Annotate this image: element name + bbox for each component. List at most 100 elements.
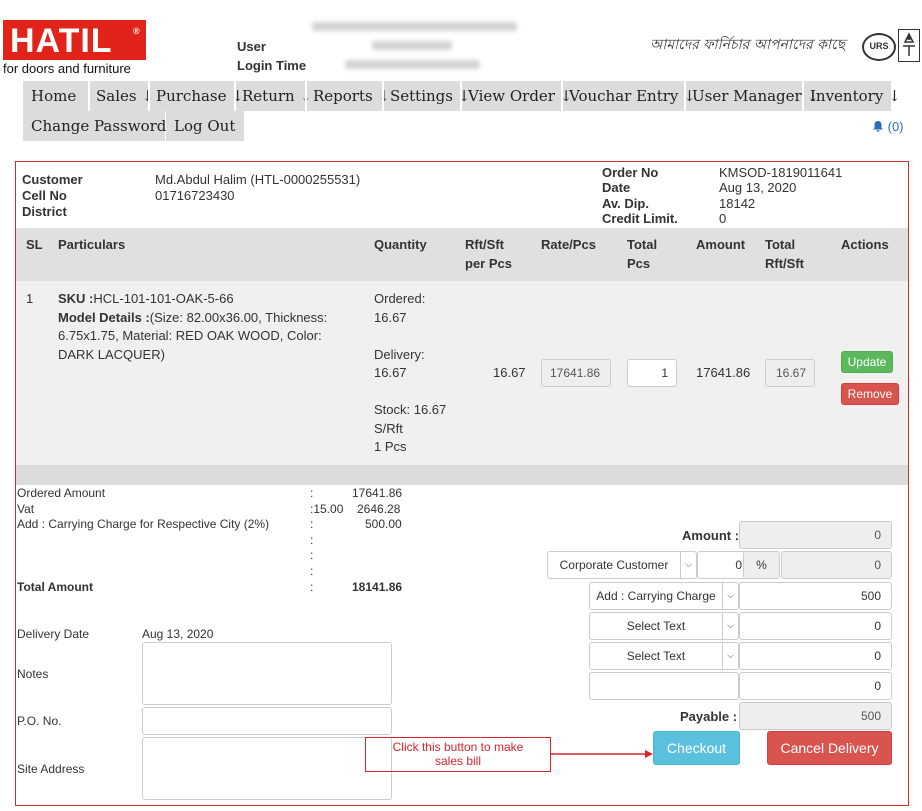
stock-pcs: 1 Pcs [374, 439, 407, 454]
model-line3: DARK LACQUER) [58, 346, 165, 362]
extra-select-2-value: Select Text [626, 649, 686, 663]
discount-amount-input[interactable]: 0 [781, 551, 892, 579]
ordered-amount-label: Ordered Amount [17, 486, 106, 500]
po-input[interactable] [142, 707, 392, 735]
rate-input[interactable]: 17641.86 [541, 359, 611, 387]
model-line1: (Size: 82.00x36.00, Thickness: [149, 309, 328, 325]
col-total-line1: Total [627, 237, 658, 252]
carry-charge-select[interactable]: Add : Carrying Charge ⌵ [589, 582, 739, 610]
extra-select-1-value: Select Text [626, 619, 686, 633]
model-line2: 6.75x1.75, Material: RED OAK WOOD, Color… [58, 328, 322, 343]
notification-count: (0) [887, 119, 904, 134]
notes-textarea[interactable] [142, 642, 392, 705]
district-label: District [22, 204, 67, 219]
annotation-arrow-icon [551, 750, 653, 758]
blurred-login-time [345, 60, 480, 69]
site-address-label: Site Address [17, 762, 85, 776]
row-rft-per-pcs: 16.67 [493, 365, 526, 380]
col-total-pcs: Total Pcs [627, 235, 657, 273]
nav-home[interactable]: Home [25, 81, 82, 111]
delivery-qty-label: Delivery: [374, 346, 425, 362]
sku-label: SKU : [58, 291, 94, 306]
bell-icon [873, 121, 883, 132]
logo-tagline: for doors and furniture [3, 61, 131, 76]
col-amount: Amount [696, 237, 746, 252]
company-slogan: আমাদের ফার্নিচার আপনাদের কাছে [650, 37, 846, 53]
summary-colon: : [310, 533, 314, 547]
login-time-label: Login Time [237, 58, 307, 73]
col-total-line2: Pcs [627, 256, 651, 271]
annotation-line2: sales bill [434, 754, 482, 768]
ordered-value: 16.67 [374, 309, 407, 325]
blurred-company [312, 22, 517, 31]
stock-unit: S/Rft [374, 420, 403, 436]
summary-colon: : [310, 580, 314, 594]
extra-text-input[interactable] [589, 672, 739, 700]
chevron-down-icon: ⌵ [722, 643, 738, 669]
delivery-qty-value: 16.67 [374, 365, 407, 380]
checkout-button[interactable]: Checkout [653, 731, 740, 765]
model-label: Model Details : [58, 309, 150, 325]
nav-change-password[interactable]: Change Password [25, 111, 172, 141]
col-particulars: Particulars [58, 237, 126, 252]
percent-addon: % [743, 551, 780, 579]
extra-input-2[interactable]: 0 [739, 642, 892, 670]
logo-text: HATIL [10, 22, 113, 60]
nav-inventory[interactable]: Inventory ↓ [804, 81, 907, 111]
summary-colon: : [310, 548, 314, 562]
nav-vouchar-entry[interactable]: Vouchar Entry ↓ [563, 81, 702, 111]
customer-label: Customer [22, 172, 83, 187]
stock-label: Stock: 16.67 [374, 402, 447, 417]
extra-select-2[interactable]: Select Text ⌵ [589, 642, 739, 670]
date-label: Date [602, 180, 631, 195]
annotation-callout: Click this button to make sales bill [365, 737, 551, 772]
cell-label: Cell No [22, 188, 67, 203]
payable-input[interactable]: 500 [739, 702, 892, 730]
total-amount-label: Total Amount [17, 580, 93, 594]
total-amount-value: 18141.86 [352, 580, 403, 594]
vat-rate: :15.00 [310, 502, 344, 516]
vat-value: 2646.28 [357, 502, 401, 516]
credit-limit-value: 0 [719, 211, 727, 226]
total-pcs-input[interactable]: 1 [627, 359, 677, 387]
carry-charge-value: 500.00 [365, 517, 402, 531]
notifications[interactable]: (0) [872, 119, 904, 134]
extra-input-3[interactable]: 0 [739, 672, 892, 700]
cell-value: 01716723430 [155, 188, 235, 203]
blurred-user [372, 41, 452, 50]
cancel-delivery-button[interactable]: Cancel Delivery [767, 731, 892, 765]
summary-colon: : [310, 486, 314, 500]
extra-input-1[interactable]: 0 [739, 612, 892, 640]
customer-value: Md.Abdul Halim (HTL-0000255531) [155, 172, 361, 187]
delivery-date-value: Aug 13, 2020 [142, 627, 214, 641]
discount-percent-input[interactable]: 0 [697, 551, 747, 579]
user-label: User [237, 39, 266, 54]
carry-charge-input[interactable]: 500 [739, 582, 892, 610]
col-quantity: Quantity [374, 237, 427, 252]
total-rft-input[interactable]: 16.67 [765, 359, 815, 387]
extra-select-1[interactable]: Select Text ⌵ [589, 612, 739, 640]
row-quantity: Ordered: 16.67 Delivery: 16.67 Stock: 16… [374, 290, 446, 457]
update-button[interactable]: Update [841, 351, 893, 373]
vat-label: Vat [17, 502, 35, 516]
col-trft-line2: Rft/Sft [765, 256, 804, 271]
row-sl: 1 [26, 291, 34, 306]
nav-log-out[interactable]: Log Out [168, 111, 241, 141]
summary-colon: : [310, 564, 314, 578]
ordered-label: Ordered: [374, 291, 426, 306]
amount-input[interactable]: 0 [739, 521, 892, 549]
site-address-textarea[interactable] [142, 737, 392, 800]
date-value: Aug 13, 2020 [719, 180, 797, 195]
order-no-value: KMSOD-1819011641 [719, 165, 843, 180]
chevron-down-icon: ⌵ [722, 613, 738, 639]
col-trft-line1: Total [765, 237, 796, 252]
col-total-rft: Total Rft/Sft [765, 235, 804, 273]
col-rft-line2: per Pcs [465, 256, 512, 271]
ordered-amount-value: 17641.86 [352, 486, 403, 500]
customer-type-select[interactable]: Corporate Customer ⌵ [547, 551, 697, 579]
col-rate: Rate/Pcs [541, 237, 596, 252]
carry-charge-label: Add : Carrying Charge for Respective Cit… [17, 517, 270, 531]
remove-button[interactable]: Remove [841, 383, 899, 405]
col-actions: Actions [841, 237, 889, 252]
delivery-date-label: Delivery Date [17, 627, 90, 641]
